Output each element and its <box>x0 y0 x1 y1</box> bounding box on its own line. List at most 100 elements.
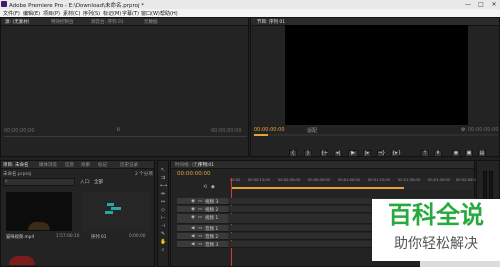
go-to-in-button[interactable]: {← <box>320 150 328 157</box>
lock-icon[interactable]: ▭ <box>198 215 202 220</box>
step-forward-button[interactable]: |▸ <box>363 150 371 157</box>
slide-tool-icon[interactable]: ⊣ <box>160 223 166 229</box>
menu-file[interactable]: 文件(F) <box>3 10 20 17</box>
pen-tool-icon[interactable]: ✎ <box>160 231 166 237</box>
menu-marker[interactable]: 标记(M) <box>103 10 121 17</box>
output-button[interactable]: ▤ <box>478 150 486 157</box>
tab-history[interactable]: 历史记录 <box>120 162 138 168</box>
clip-duration: 1:57:00:10 <box>56 234 80 239</box>
close-button[interactable]: ✕ <box>488 0 500 9</box>
mark-in-button[interactable]: { <box>289 150 297 157</box>
work-area-bar[interactable] <box>232 187 404 189</box>
slip-tool-icon[interactable]: ⊢ <box>160 215 166 221</box>
tab-program[interactable]: 节目: 序列 01 <box>257 19 285 25</box>
tab-project[interactable]: 项目: 未命名 <box>3 162 28 168</box>
tab-info[interactable]: 信息 <box>65 162 74 168</box>
extract-button[interactable]: ⇞ <box>434 150 442 157</box>
trim-button[interactable]: ▣ <box>465 150 473 157</box>
zoom-tool-icon[interactable]: ⌕ <box>160 247 166 253</box>
track-header-audio-1[interactable]: ◀ ▭ 音频 1 <box>177 225 228 232</box>
source-scrub-bar[interactable] <box>4 136 247 137</box>
lock-icon[interactable]: ▭ <box>198 199 202 204</box>
track-name: 视频 2 <box>205 208 219 213</box>
lock-icon[interactable]: ▭ <box>198 207 202 212</box>
minimize-button[interactable]: — <box>462 0 474 9</box>
lock-icon[interactable]: ▭ <box>198 234 202 239</box>
eye-icon[interactable]: ◉ <box>191 199 195 204</box>
menu-project[interactable]: 项目(P) <box>43 10 60 17</box>
export-frame-button[interactable]: ◉ <box>452 150 460 157</box>
lift-button[interactable]: ⇡ <box>421 150 429 157</box>
go-to-out-button[interactable]: →} <box>377 150 385 157</box>
tab-effects[interactable]: 效果 <box>81 162 90 168</box>
speaker-icon[interactable]: ◀ <box>191 242 194 247</box>
razor-tool-icon[interactable]: ◇ <box>160 207 166 213</box>
entry-label: 入口: <box>80 180 91 185</box>
menu-clip[interactable]: 素材(C) <box>63 10 80 17</box>
ruler-label: 00:01:15:00 <box>368 178 390 182</box>
playhead-marker-icon[interactable]: ⌷ <box>117 127 120 133</box>
ripple-edit-tool-icon[interactable]: ⟷ <box>160 183 167 189</box>
track-header-video-1[interactable]: ◉ ▭ 视频 1 <box>177 214 228 224</box>
tools-panel: ↖ ⇉ ⟷ ⇹ ↔ ◇ ⊢ ⊣ ✎ ✋ ⌕ <box>157 160 169 267</box>
maximize-button[interactable]: □ <box>475 0 487 9</box>
menu-title[interactable]: 字幕(T) <box>122 10 139 17</box>
hand-tool-icon[interactable]: ✋ <box>160 239 166 245</box>
playhead-indicator[interactable] <box>254 134 268 136</box>
menu-help[interactable]: 帮助(H) <box>160 10 178 17</box>
wrench-icon[interactable]: ⚙ <box>461 127 465 133</box>
track-name: 视频 1 <box>205 216 219 221</box>
menu-edit[interactable]: 编辑(E) <box>23 10 40 17</box>
eye-icon[interactable]: ◉ <box>191 207 195 212</box>
track-name: 视频 3 <box>205 200 219 205</box>
system-tray <box>420 261 500 267</box>
tab-media-browser[interactable]: 媒体浏览 <box>39 162 57 168</box>
sequence-duration: 0:00:00 <box>129 234 146 239</box>
watermark-title: 百科全说 <box>388 201 484 229</box>
track-name: 音频 3 <box>205 243 219 248</box>
play-button[interactable]: ▶ <box>348 150 358 157</box>
track-header-video-3[interactable]: ◉ ▭ 视频 3 <box>177 198 228 205</box>
tab-effect-controls[interactable]: 特效控制台 <box>51 19 74 25</box>
program-scrub-bar[interactable] <box>254 134 498 136</box>
snap-icon[interactable]: ⟲ <box>203 184 207 190</box>
watermark-subtitle: 助你轻松解决 <box>394 236 478 252</box>
source-timecode-left: 00;00;00;00 <box>4 128 35 134</box>
play-in-to-out-button[interactable]: {▸} <box>391 150 401 157</box>
marker-icon[interactable]: ◆ <box>211 184 215 190</box>
window-title: Adobe Premiere Pro - E:\Download\未命名.prp… <box>9 3 145 9</box>
speaker-icon[interactable]: ◀ <box>191 234 194 239</box>
tab-sequence-01[interactable]: 序列 01 <box>198 162 214 168</box>
fit-dropdown[interactable]: 适配 <box>307 127 317 134</box>
ruler-label: 00:00:15:00 <box>248 178 270 182</box>
mark-out-button[interactable]: } <box>304 150 312 157</box>
premiere-app-icon <box>1 1 7 7</box>
menu-sequence[interactable]: 序列(S) <box>83 10 100 17</box>
tab-audio-mixer[interactable]: 调音台: 序列 01 <box>91 19 124 25</box>
track-header-audio-3[interactable]: ◀ ▭ 音频 3 <box>177 241 228 248</box>
selection-tool-icon[interactable]: ↖ <box>160 167 166 173</box>
menu-window[interactable]: 窗口(W) <box>141 10 160 17</box>
track-header-video-2[interactable]: ◉ ▭ 视频 2 <box>177 206 228 213</box>
entry-select[interactable]: 全部 <box>94 179 103 185</box>
ruler-label: 00:02:00:00 <box>456 178 478 182</box>
track-header-audio-2[interactable]: ◀ ▭ 音频 2 <box>177 233 228 240</box>
rate-stretch-tool-icon[interactable]: ↔ <box>160 199 166 205</box>
clip-thumbnail[interactable] <box>6 192 72 231</box>
speaker-icon[interactable]: ◀ <box>191 226 194 231</box>
cat-image-thumbnail <box>28 222 50 230</box>
sequence-thumbnail[interactable] <box>83 192 149 231</box>
track-select-tool-icon[interactable]: ⇉ <box>160 175 166 181</box>
program-timecode-right: 00:00:00:00 <box>468 127 499 133</box>
tab-metadata[interactable]: 元数据 <box>144 19 158 25</box>
step-back-button[interactable]: ◂| <box>334 150 342 157</box>
time-ruler[interactable]: 00:00 00:00:15:00 00:00:30:00 00:00:45:0… <box>230 178 478 190</box>
ruler-label: 00:00:30:00 <box>278 178 300 182</box>
eye-icon[interactable]: ◉ <box>191 215 195 220</box>
project-search-input[interactable]: ⌕ <box>3 178 75 186</box>
lock-icon[interactable]: ▭ <box>198 226 202 231</box>
rolling-edit-tool-icon[interactable]: ⇹ <box>160 191 166 197</box>
tab-source[interactable]: 源: (无素材) <box>5 19 29 25</box>
lock-icon[interactable]: ▭ <box>198 242 202 247</box>
tab-markers[interactable]: 标记 <box>98 162 107 168</box>
